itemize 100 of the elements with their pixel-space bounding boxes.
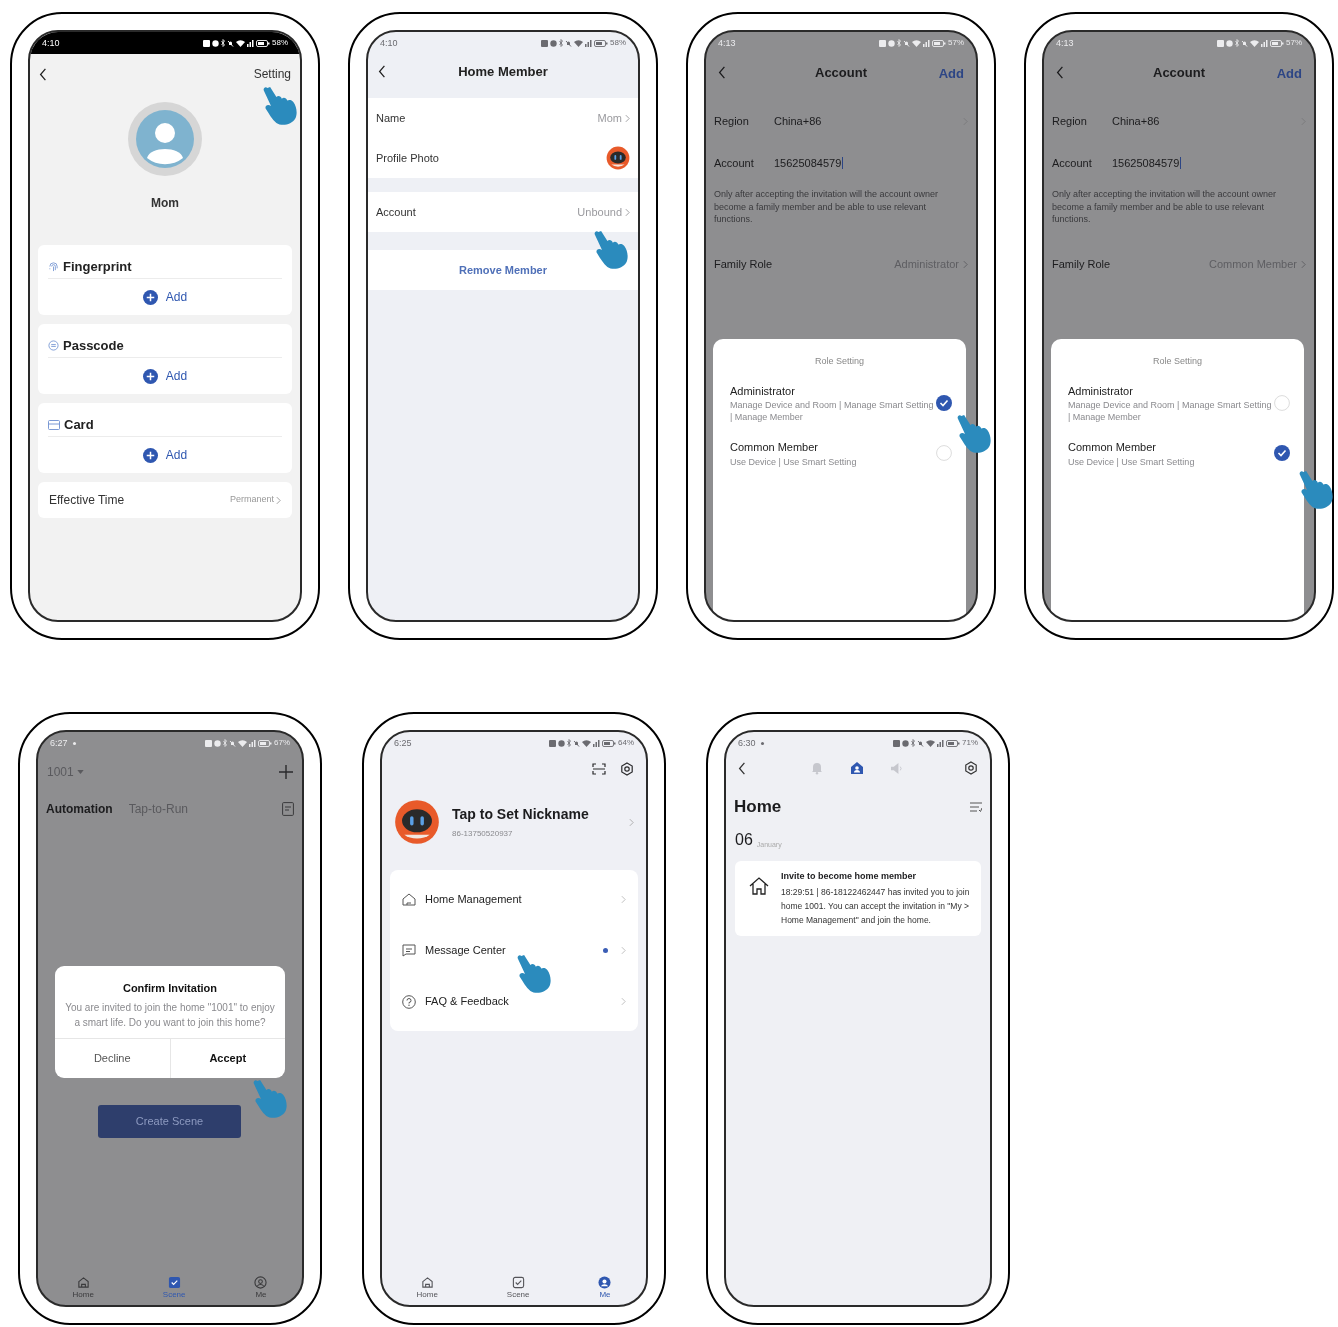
row-label: Name bbox=[376, 110, 406, 126]
dropdown-caret-icon bbox=[76, 770, 84, 774]
nav-tab[interactable]: Home bbox=[72, 1275, 94, 1299]
role-option[interactable]: Common Member Use Device | Use Smart Setting bbox=[713, 439, 966, 468]
message-title: Invite to become home member bbox=[781, 869, 918, 883]
settings-row[interactable]: Account Unbound bbox=[368, 192, 638, 232]
scan-icon[interactable] bbox=[592, 763, 606, 775]
add-button[interactable]: Add bbox=[142, 288, 188, 306]
back-icon[interactable] bbox=[738, 761, 746, 775]
add-button[interactable]: Add bbox=[142, 446, 188, 464]
role-option[interactable]: Administrator Manage Device and Room | Manage Smart Setting | Manage Member bbox=[1051, 382, 1304, 423]
radio-button[interactable] bbox=[936, 394, 952, 411]
date-day: 06 bbox=[735, 831, 753, 848]
row-label: Account bbox=[714, 155, 755, 171]
role-title: Common Member bbox=[1068, 440, 1158, 455]
role-description: Manage Device and Room | Manage Smart Setting | Manage Member bbox=[1068, 399, 1273, 423]
battery-icon bbox=[602, 739, 616, 747]
list-icon[interactable] bbox=[282, 802, 294, 816]
battery-percentage: 58% bbox=[610, 39, 626, 47]
radio-button[interactable] bbox=[1274, 445, 1290, 462]
menu-item[interactable]: Message Center bbox=[390, 925, 638, 976]
house-person-icon[interactable] bbox=[849, 761, 864, 775]
home-icon bbox=[420, 1275, 434, 1289]
checkbox-icon bbox=[167, 1275, 181, 1289]
settings-row[interactable]: Account 15625084579 bbox=[706, 142, 976, 184]
keypad-icon bbox=[48, 340, 59, 351]
plus-icon[interactable] bbox=[279, 765, 293, 779]
role-description: Manage Device and Room | Manage Smart Setting | Manage Member bbox=[730, 399, 935, 423]
pointing-hand-icon bbox=[262, 84, 298, 126]
dialog-button[interactable]: Accept bbox=[169, 1038, 285, 1078]
role-option[interactable]: Common Member Use Device | Use Smart Setting bbox=[1051, 439, 1304, 468]
bluetooth-icon bbox=[911, 739, 915, 747]
tab[interactable]: Automation bbox=[46, 800, 113, 818]
battery-percentage: 57% bbox=[948, 39, 964, 47]
mute-icon bbox=[1241, 39, 1248, 47]
status-time: 6:27 bbox=[50, 738, 68, 748]
add-icon bbox=[142, 447, 158, 463]
nav-tab[interactable]: Me bbox=[598, 1275, 612, 1299]
wifi-icon bbox=[1250, 39, 1259, 47]
robot-avatar-icon bbox=[394, 799, 440, 845]
menu-item[interactable]: Home Management bbox=[390, 874, 638, 925]
row-value: Unbound bbox=[577, 204, 622, 220]
battery-percentage: 58% bbox=[272, 39, 288, 47]
battery-percentage: 71% bbox=[962, 739, 978, 747]
pointing-hand-icon bbox=[593, 228, 629, 270]
battery-percentage: 67% bbox=[274, 739, 290, 747]
menu-label: Home Management bbox=[425, 892, 523, 908]
menu-item[interactable]: FAQ & Feedback bbox=[390, 976, 638, 1027]
back-icon[interactable] bbox=[378, 65, 386, 78]
setting-button[interactable]: Setting bbox=[253, 65, 291, 83]
remove-member-button[interactable]: Remove Member bbox=[368, 250, 638, 290]
battery-icon bbox=[258, 739, 272, 747]
nickname: Tap to Set Nickname bbox=[452, 805, 590, 824]
message-icon bbox=[402, 944, 416, 957]
radio-button[interactable] bbox=[1274, 394, 1290, 411]
settings-icon[interactable] bbox=[620, 762, 634, 776]
signal-icon bbox=[249, 739, 256, 747]
sheet-title: Role Setting bbox=[1152, 355, 1203, 368]
row-label: Profile Photo bbox=[376, 150, 439, 166]
row-value: Permanent bbox=[229, 493, 274, 507]
radio-button[interactable] bbox=[936, 445, 952, 462]
fingerprint-icon bbox=[48, 261, 59, 272]
dialog-message: You are invited to join the home "1001" to enjoy a smart life. Do you want to join this home? bbox=[64, 1000, 276, 1030]
wifi-icon bbox=[238, 739, 247, 747]
dialog-title: Confirm Invitation bbox=[121, 981, 219, 996]
chevron-icon bbox=[1301, 260, 1306, 269]
nav-tab[interactable]: Scene bbox=[506, 1275, 530, 1299]
wifi-icon bbox=[912, 39, 921, 47]
bluetooth-icon bbox=[897, 39, 901, 47]
settings-icon[interactable] bbox=[964, 761, 978, 775]
row-label: Effective Time bbox=[49, 492, 125, 509]
pointing-hand-icon bbox=[1298, 468, 1334, 510]
mute-icon bbox=[229, 739, 236, 747]
credential-title: Passcode bbox=[63, 336, 124, 355]
filter-list-icon[interactable] bbox=[970, 801, 982, 812]
nav-tab[interactable]: Me bbox=[254, 1275, 268, 1299]
effective-time-row[interactable]: Effective Time Permanent bbox=[38, 482, 292, 518]
add-button[interactable]: Add bbox=[142, 367, 188, 385]
person-icon bbox=[254, 1275, 268, 1289]
wifi-icon bbox=[926, 739, 935, 747]
dialog-button[interactable]: Decline bbox=[55, 1038, 170, 1078]
back-icon[interactable] bbox=[39, 67, 47, 81]
role-description: Use Device | Use Smart Setting bbox=[1068, 455, 1196, 468]
robot-avatar-icon bbox=[606, 146, 630, 170]
signal-icon bbox=[593, 739, 600, 747]
battery-icon bbox=[932, 39, 946, 47]
create-scene-button[interactable]: Create Scene bbox=[98, 1105, 241, 1138]
settings-row[interactable]: Account 15625084579 bbox=[1044, 142, 1314, 184]
role-option[interactable]: Administrator Manage Device and Room | Manage Smart Setting | Manage Member bbox=[713, 382, 966, 423]
settings-row[interactable]: Name Mom bbox=[368, 98, 638, 138]
settings-row[interactable]: Region China+86 bbox=[706, 100, 976, 142]
message-card[interactable]: Invite to become home member 18:29:51 | 86-18122462447 has invited you to join home 1001. You can accept the invitation in "My > Home Management" and join the home. bbox=[735, 860, 981, 936]
chevron-icon bbox=[963, 260, 968, 269]
signal-icon bbox=[247, 39, 254, 47]
profile-row[interactable]: Tap to Set Nickname 86-13750520937 bbox=[382, 792, 646, 852]
screen-title: Home Member bbox=[458, 63, 548, 82]
settings-row[interactable]: Region China+86 bbox=[1044, 100, 1314, 142]
nav-tab[interactable]: Home bbox=[416, 1275, 438, 1299]
settings-row[interactable]: Profile Photo bbox=[368, 138, 638, 178]
status-time: 4:13 bbox=[1056, 38, 1074, 48]
